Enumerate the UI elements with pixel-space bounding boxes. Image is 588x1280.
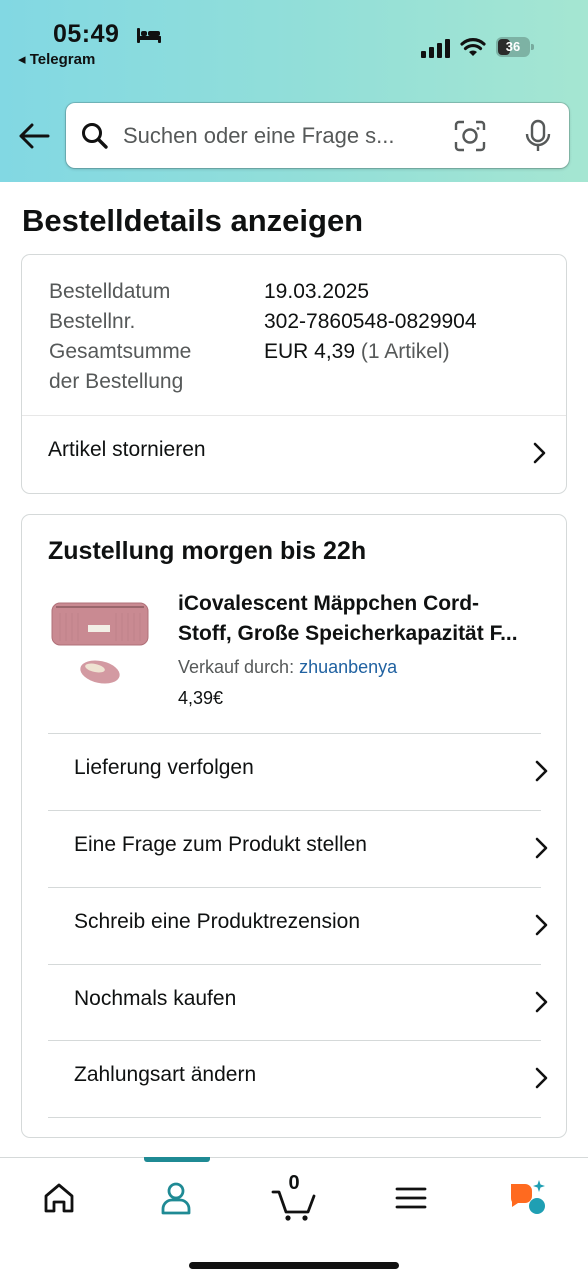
search-input[interactable]: Suchen oder eine Frage s... [123, 123, 443, 149]
chevron-right-icon [535, 914, 548, 936]
back-to-app-link[interactable]: ◂ Telegram [18, 50, 95, 68]
action-label: Nochmals kaufen [74, 987, 237, 1010]
chevron-right-icon [535, 991, 548, 1013]
sleep-focus-icon [137, 28, 161, 43]
order-number-label: Bestellnr. [49, 310, 136, 333]
action-label: Schreib eine Produktrezension [74, 910, 361, 933]
order-total-label-line2: der Bestellung [49, 367, 183, 397]
page-title: Bestelldetails anzeigen [22, 203, 364, 238]
cellular-signal-icon [421, 39, 450, 58]
battery-tip [531, 44, 534, 50]
product-title-line1: iCovalescent Mäppchen Cord- [178, 592, 480, 615]
order-date-label: Bestelldatum [49, 280, 171, 303]
delivery-title: Zustellung morgen bis 22h [48, 537, 367, 565]
product-price: 4,39€ [178, 688, 224, 708]
write-review-button[interactable]: Schreib eine Produktrezension [22, 888, 568, 964]
buy-again-button[interactable]: Nochmals kaufen [22, 965, 568, 1041]
nav-menu[interactable] [381, 1178, 441, 1218]
chevron-right-icon [535, 760, 548, 782]
chevron-right-icon [535, 837, 548, 859]
order-item-count: (1 Artikel) [360, 340, 450, 363]
bottom-navigation: 0 [0, 1157, 588, 1280]
cancel-items-label: Artikel stornieren [48, 438, 206, 461]
product-title[interactable]: iCovalescent Mäppchen Cord- Stoff, Große… [178, 589, 550, 649]
change-payment-button[interactable]: Zahlungsart ändern [22, 1041, 568, 1117]
home-icon [44, 1183, 74, 1213]
nav-home[interactable] [29, 1178, 89, 1218]
pencil-case-image[interactable] [50, 599, 150, 689]
order-total-value-group: EUR 4,39 (1 Artikel) [264, 337, 450, 367]
order-total-value: EUR 4,39 [264, 340, 356, 363]
action-label: Eine Frage zum Produkt stellen [74, 833, 367, 856]
nav-cart[interactable]: 0 [264, 1172, 324, 1221]
order-number-row: Bestellnr. [49, 307, 135, 337]
order-total-label: Gesamtsumme [49, 340, 192, 363]
order-date-value: 19.03.2025 [264, 280, 370, 303]
rufus-icon [510, 1180, 545, 1214]
order-total-label-line1: Gesamtsumme [49, 337, 191, 367]
nav-rufus[interactable] [499, 1178, 559, 1218]
action-label: Lieferung verfolgen [74, 756, 254, 779]
product-title-line2: Stoff, Große Speicherkapazität F... [178, 622, 518, 645]
track-delivery-button[interactable]: Lieferung verfolgen [22, 734, 568, 810]
chevron-right-icon [535, 1067, 548, 1089]
order-number-value: 302-7860548-0829904 [264, 310, 477, 333]
back-arrow-icon[interactable] [18, 122, 50, 150]
status-time: 05:49 [53, 20, 120, 48]
ask-question-button[interactable]: Eine Frage zum Produkt stellen [22, 811, 568, 887]
order-date-row: Bestelldatum [49, 277, 170, 307]
home-indicator [189, 1262, 399, 1269]
action-label: Zahlungsart ändern [74, 1063, 257, 1086]
search-bar[interactable]: Suchen oder eine Frage s... [66, 103, 569, 168]
seller-prefix: Verkauf durch: [178, 657, 300, 677]
seller-info: Verkauf durch: zhuanbenya [178, 657, 397, 678]
nav-account[interactable] [146, 1178, 206, 1218]
delivery-card: Zustellung morgen bis 22h iCovalescent M… [21, 514, 567, 1138]
active-tab-indicator [144, 1157, 210, 1162]
cart-count-badge: 0 [288, 1172, 300, 1194]
order-total-label-cont: der Bestellung [49, 370, 184, 393]
cancel-items-button[interactable]: Artikel stornieren [22, 416, 566, 492]
wifi-icon [460, 38, 486, 56]
divider [48, 1117, 541, 1118]
search-icon [82, 123, 108, 149]
microphone-icon[interactable] [524, 119, 552, 153]
seller-link[interactable]: zhuanbenya [299, 657, 397, 677]
order-summary-card: Bestelldatum 19.03.2025 Bestellnr. 302-7… [21, 254, 567, 494]
app-header: 05:49 ◂ Telegram 36 Suchen oder eine Fra… [0, 0, 588, 182]
battery-level: 36 [505, 39, 521, 54]
account-icon [161, 1182, 191, 1215]
camera-lens-icon[interactable] [454, 120, 486, 152]
menu-icon [395, 1187, 427, 1209]
chevron-right-icon [533, 442, 546, 464]
battery-indicator: 36 [496, 37, 534, 57]
